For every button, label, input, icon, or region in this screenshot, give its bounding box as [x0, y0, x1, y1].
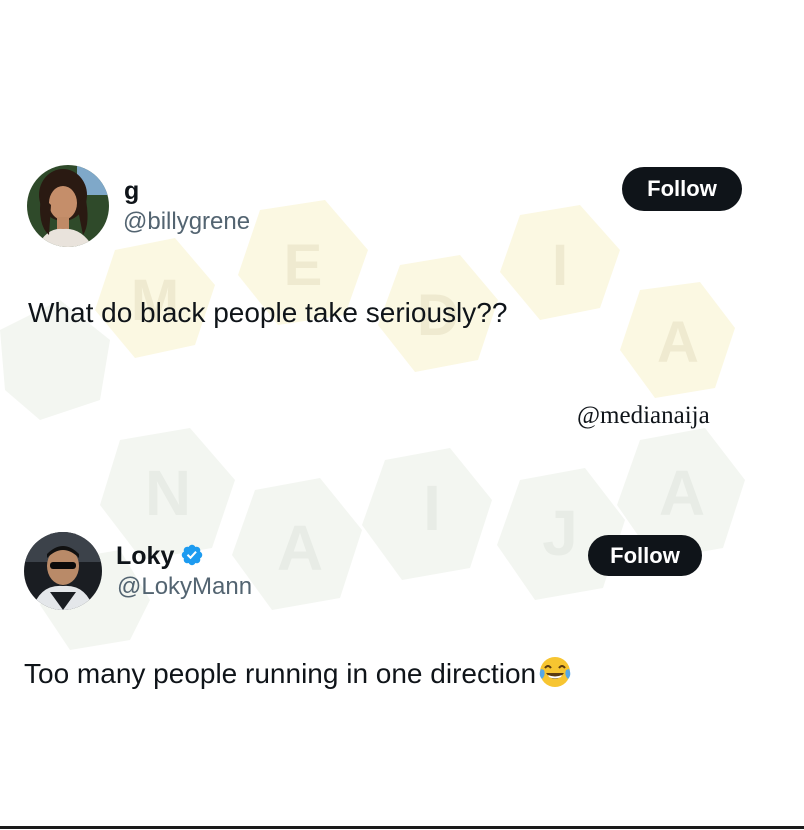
laughing-tears-emoji-icon — [539, 657, 571, 687]
watermark-letter: I — [423, 472, 441, 544]
avatar[interactable] — [24, 532, 102, 610]
display-name[interactable]: Loky — [116, 542, 204, 570]
tweet-text-content: Too many people running in one direction — [24, 658, 537, 689]
watermark-letter: N — [145, 457, 191, 529]
watermark-letter: I — [552, 233, 568, 298]
watermark-letter: A — [277, 512, 323, 584]
watermark-letter: E — [284, 233, 323, 298]
watermark-letter: J — [542, 497, 578, 569]
user-handle[interactable]: @billygrene — [123, 208, 250, 236]
user-handle[interactable]: @LokyMann — [117, 573, 252, 601]
follow-button[interactable]: Follow — [622, 167, 742, 211]
display-name[interactable]: g — [124, 177, 139, 205]
display-name-text[interactable]: Loky — [116, 542, 174, 570]
avatar[interactable] — [27, 165, 109, 247]
watermark-letter: A — [657, 310, 699, 375]
credit-handle: @medianaija — [577, 402, 710, 429]
follow-button[interactable]: Follow — [588, 535, 702, 576]
verified-badge-icon — [182, 544, 203, 566]
tweet-text: Too many people running in one direction — [24, 655, 572, 691]
tweet-text: What do black people take seriously?? — [28, 297, 508, 328]
bottom-divider — [0, 826, 804, 829]
watermark-letter: A — [659, 457, 705, 529]
